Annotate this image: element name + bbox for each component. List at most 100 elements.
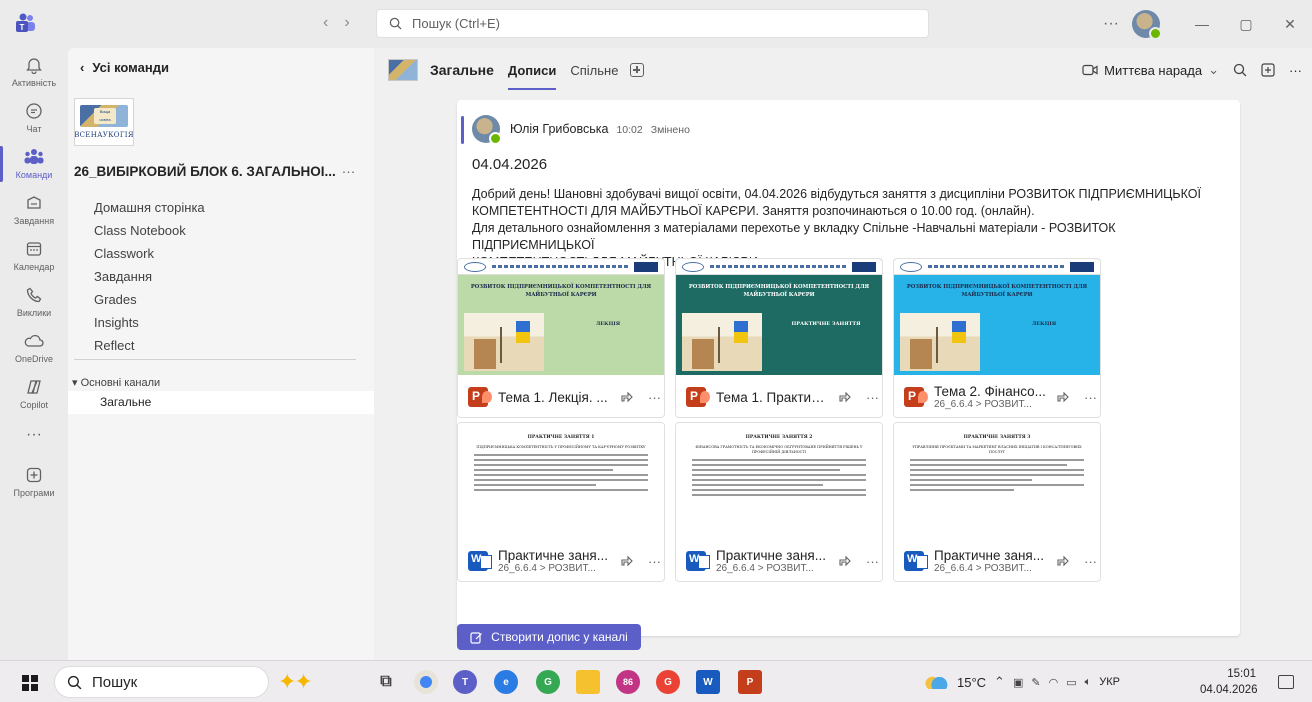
rail-item-assignments[interactable]: Завдання [0,192,68,226]
weather-icon[interactable] [925,675,949,689]
share-icon[interactable] [620,391,634,403]
volume-icon[interactable]: 🔈︎ [1085,676,1092,689]
back-arrow-icon[interactable]: ‹ [323,14,328,32]
search-input[interactable]: Пошук (Ctrl+E) [376,9,929,38]
mail-app-icon[interactable]: 86 [616,670,640,694]
more-options-icon[interactable]: ··· [648,554,661,569]
pen-icon[interactable]: ✎ [1031,676,1040,689]
rail-item-chat[interactable]: Чат [0,100,68,134]
rail-label: Виклики [16,308,52,318]
maximize-button[interactable]: ▢ [1224,0,1268,48]
rail-item-copilot[interactable]: Copilot [0,376,68,410]
title-bar: T ‹ › Пошук (Ctrl+E) ··· — ▢ ✕ [0,0,1312,48]
weather-temp[interactable]: 15°C [957,675,986,690]
forward-arrow-icon[interactable]: › [344,14,349,32]
battery-icon[interactable]: ▭ [1066,676,1076,689]
create-post-button[interactable]: Створити допис у каналі [457,624,641,650]
chrome-app-icon[interactable] [414,670,438,694]
team-nav-insights[interactable]: Insights [94,311,205,334]
settings-more-icon[interactable]: ··· [1096,15,1126,33]
share-icon[interactable] [1056,391,1070,403]
chevron-left-icon: ‹ [80,60,85,75]
rail-item-calls[interactable]: Виклики [0,284,68,318]
tray-app-icon[interactable]: ▣ [1013,676,1023,689]
more-icon: ··· [26,426,42,443]
meet-now-button[interactable]: Миттєва нарада ⌄ [1082,62,1219,78]
wifi-icon[interactable]: ◠ [1049,676,1059,689]
rail-item-teams[interactable]: Команди [0,146,68,180]
post-author[interactable]: Юлія Грибовська [510,122,608,136]
team-name[interactable]: 26_ВИБІРКОВИЙ БЛОК 6. ЗАГАЛЬНОІ... ··· [74,164,364,179]
attachment-card[interactable]: ПРАКТИЧНЕ ЗАНЯТТЯ 2 ФІНАНСОВА ГРАМОТНІСТ… [675,422,883,582]
more-options-icon[interactable]: ··· [866,554,879,569]
rail-more-button[interactable]: ··· [0,426,68,444]
team-nav-classwork[interactable]: Classwork [94,242,205,265]
windows-start-icon[interactable] [22,675,38,691]
team-nav-grades[interactable]: Grades [94,288,205,311]
close-button[interactable]: ✕ [1268,0,1312,48]
share-icon[interactable] [620,555,634,567]
more-options-icon[interactable]: ··· [1084,390,1097,405]
rail-item-calendar[interactable]: Календар [0,238,68,272]
edge-app-icon[interactable]: e [494,670,518,694]
tab-posts[interactable]: Дописи [507,63,557,90]
chrome-alt-app-icon[interactable]: G [656,670,680,694]
search-icon[interactable] [1233,63,1247,77]
notifications-icon[interactable] [1278,675,1294,689]
team-nav-class-notebook[interactable]: Class Notebook [94,219,205,242]
file-name: Практичне заня... [716,548,826,563]
taskbar-search[interactable]: Пошук [54,666,269,698]
channel-header: Загальне Дописи Спільне Миттєва нарада ⌄… [374,48,1312,92]
channel-item-general[interactable]: Загальне [68,391,374,414]
team-nav-reflect[interactable]: Reflect [94,334,205,357]
more-options-icon[interactable]: ··· [648,390,661,405]
file-name: Тема 2. Фінансо... [934,384,1046,399]
rail-item-onedrive[interactable]: OneDrive [0,330,68,364]
author-avatar[interactable] [472,115,502,145]
team-nav-home[interactable]: Домашня сторінка [94,196,205,219]
file-explorer-icon[interactable] [576,670,600,694]
post-edited: Змінено [650,124,690,136]
meet-now-label: Миттєва нарада [1104,62,1203,78]
more-options-icon[interactable]: ··· [866,390,879,405]
tab-shared[interactable]: Спільне [570,63,618,78]
task-view-icon[interactable]: ⧉ [374,670,398,694]
app-rail: Активність Чат Команди Завдання Календар… [0,48,68,660]
teams-app-icon[interactable]: T [453,670,477,694]
language-indicator[interactable]: УКР [1099,676,1120,688]
rail-item-activity[interactable]: Активність [0,54,68,88]
more-options-icon[interactable]: ··· [1289,63,1302,78]
powerpoint-app-icon[interactable]: P [738,670,762,694]
user-avatar[interactable] [1132,10,1162,40]
share-icon[interactable] [1056,555,1070,567]
copilot-sparkle-icon[interactable]: ✦✦ [278,669,313,695]
rail-label: Copilot [19,400,48,410]
team-more-icon[interactable]: ··· [342,164,356,179]
document-thumbnail: ПРАКТИЧНЕ ЗАНЯТТЯ 1 ПІДПРИЄМНИЦЬКА КОМПЕ… [458,423,664,539]
share-icon[interactable] [838,555,852,567]
team-nav-assignments[interactable]: Завдання [94,265,205,288]
all-teams-back-button[interactable]: ‹ Усі команди [80,60,169,75]
attachment-card[interactable]: ПРАКТИЧНЕ ЗАНЯТТЯ 1 ПІДПРИЄМНИЦЬКА КОМПЕ… [457,422,665,582]
add-tab-icon[interactable] [630,63,645,77]
caret-down-icon: ▾ [72,377,78,389]
share-icon[interactable] [838,391,852,403]
attachment-card[interactable]: ПРАКТИЧНЕ ЗАНЯТТЯ 3 УПРАВЛІННЯ ПРОЄКТАМИ… [893,422,1101,582]
more-options-icon[interactable]: ··· [1084,554,1097,569]
channels-header[interactable]: ▾ Основні канали [72,376,160,389]
rail-item-apps[interactable]: Програми [0,464,68,498]
create-post-label: Створити допис у каналі [491,630,628,644]
minimize-button[interactable]: — [1180,0,1224,48]
file-name: Практичне заня... [934,548,1044,563]
expand-icon[interactable] [1261,63,1275,77]
attachment-card[interactable]: РОЗВИТОК ПІДПРИЄМНИЦЬКОЇ КОМПЕТЕНТНОСТІ … [893,258,1101,418]
chrome-profile-app-icon[interactable]: G [536,670,560,694]
post-meta: Юлія Грибовська 10:02 Змінено [510,122,690,136]
search-icon [389,17,402,30]
chevron-up-icon[interactable]: ⌃ [994,674,1005,690]
attachment-card[interactable]: РОЗВИТОК ПІДПРИЄМНИЦЬКОЇ КОМПЕТЕНТНОСТІ … [675,258,883,418]
rail-label: Чат [26,124,42,134]
word-app-icon[interactable]: W [696,670,720,694]
attachment-card[interactable]: РОЗВИТОК ПІДПРИЄМНИЦЬКОЇ КОМПЕТЕНТНОСТІ … [457,258,665,418]
clock[interactable]: 15:01 04.04.2026 [1200,666,1258,698]
